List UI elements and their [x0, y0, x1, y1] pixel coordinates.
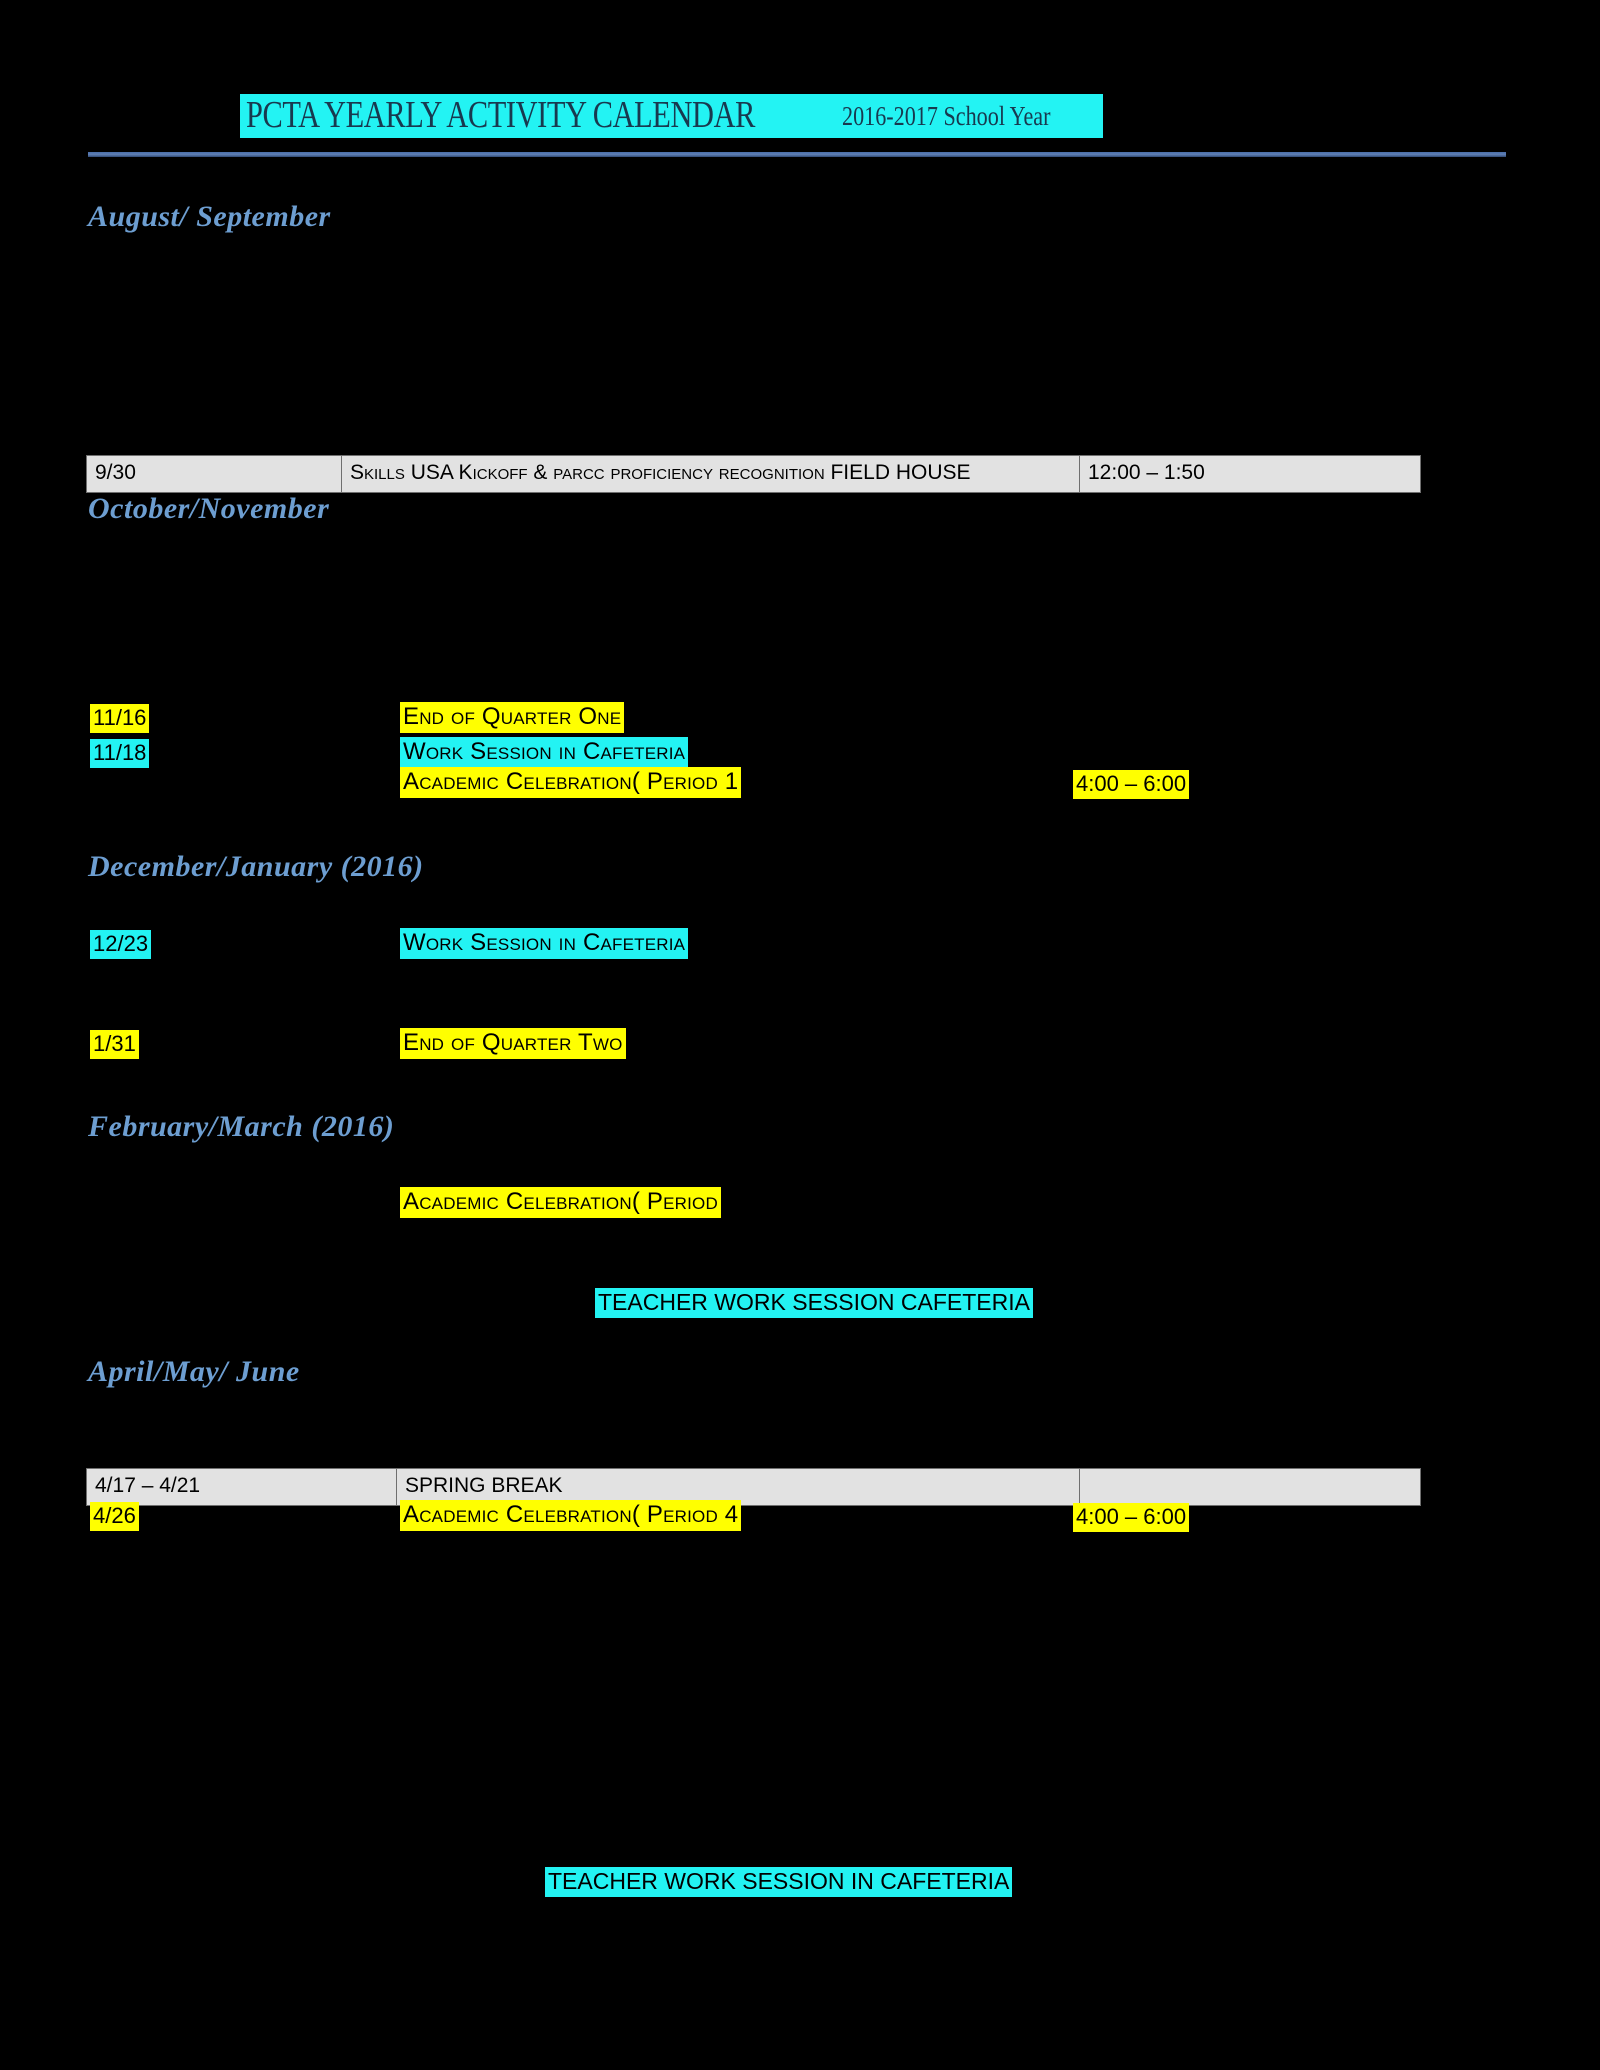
section-heading-february-march: February/March (2016) [88, 1110, 395, 1143]
cell-event: Skills USA Kickoff & parcc proficiency r… [341, 455, 1080, 493]
calendar-page: PCTA YEARLY ACTIVITY CALENDAR 2016-2017 S… [0, 0, 1600, 2070]
cell-date: 9/30 [86, 455, 342, 493]
entry-event: Work Session in Cafeteria [400, 737, 689, 769]
entry-event: Academic Celebration( Period 1 [400, 767, 742, 799]
entry-event: Work Session in Cafeteria [400, 928, 689, 960]
entry-event: Academic Celebration( Period 4 [400, 1500, 742, 1532]
table-august-september: 9/30 Skills USA Kickoff & parcc proficie… [86, 455, 1421, 493]
entry-event: TEACHER WORK SESSION IN CAFETERIA [545, 1867, 1013, 1898]
entry-event: End of Quarter One [400, 702, 625, 734]
entry-event: End of Quarter Two [400, 1028, 626, 1060]
title-horizontal-rule [88, 152, 1506, 157]
table-april-may-june: 4/17 – 4/21 SPRING BREAK [86, 1468, 1421, 1506]
title-highlight-band: PCTA YEARLY ACTIVITY CALENDAR 2016-2017 S… [240, 94, 1103, 138]
entry-date: 11/16 [90, 704, 150, 733]
entry-date: 1/31 [90, 1030, 139, 1059]
entry-event: TEACHER WORK SESSION CAFETERIA [595, 1288, 1033, 1319]
title-subtitle-text: 2016-2017 School Year [842, 101, 1051, 131]
entry-date: 4/26 [90, 1502, 139, 1531]
entry-date: 12/23 [90, 930, 152, 959]
title-main-text: PCTA YEARLY ACTIVITY CALENDAR [246, 94, 755, 136]
document-title: PCTA YEARLY ACTIVITY CALENDAR 2016-2017 S… [240, 94, 1360, 138]
section-heading-october-november: October/November [88, 492, 330, 525]
section-heading-august-september: August/ September [88, 200, 331, 233]
cell-time [1079, 1468, 1421, 1506]
cell-date: 4/17 – 4/21 [86, 1468, 397, 1506]
table-row: 4/17 – 4/21 SPRING BREAK [86, 1468, 1421, 1506]
entry-time: 4:00 – 6:00 [1073, 1503, 1190, 1532]
table-row: 9/30 Skills USA Kickoff & parcc proficie… [86, 455, 1421, 493]
entry-date: 11/18 [90, 739, 150, 768]
section-heading-december-january: December/January (2016) [88, 850, 424, 883]
entry-time: 4:00 – 6:00 [1073, 770, 1190, 799]
section-heading-april-may-june: April/May/ June [88, 1355, 300, 1388]
cell-time: 12:00 – 1:50 [1079, 455, 1421, 493]
entry-event: Academic Celebration( Period [400, 1187, 721, 1219]
